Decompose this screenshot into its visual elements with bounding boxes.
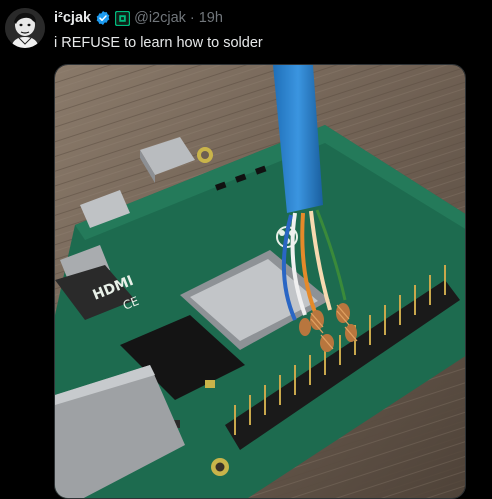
header-separator: · — [189, 10, 195, 26]
post-timestamp[interactable]: 19h — [199, 10, 223, 26]
author-avatar[interactable] — [5, 8, 45, 48]
raspberry-pi-photo: HDMI CE — [55, 65, 465, 498]
post-header: i²cjak @i2cjak · 19h — [54, 9, 223, 27]
author-display-name[interactable]: i²cjak — [54, 10, 91, 26]
verified-badge-icon — [96, 11, 110, 25]
post-text: i REFUSE to learn how to solder — [54, 35, 263, 51]
post: i²cjak @i2cjak · 19h i REFUSE to learn h… — [0, 0, 492, 499]
post-media-image[interactable]: HDMI CE — [54, 64, 466, 499]
affiliation-badge-icon[interactable] — [115, 10, 131, 26]
author-handle[interactable]: @i2cjak — [134, 10, 186, 26]
avatar-portrait-icon — [5, 8, 45, 48]
